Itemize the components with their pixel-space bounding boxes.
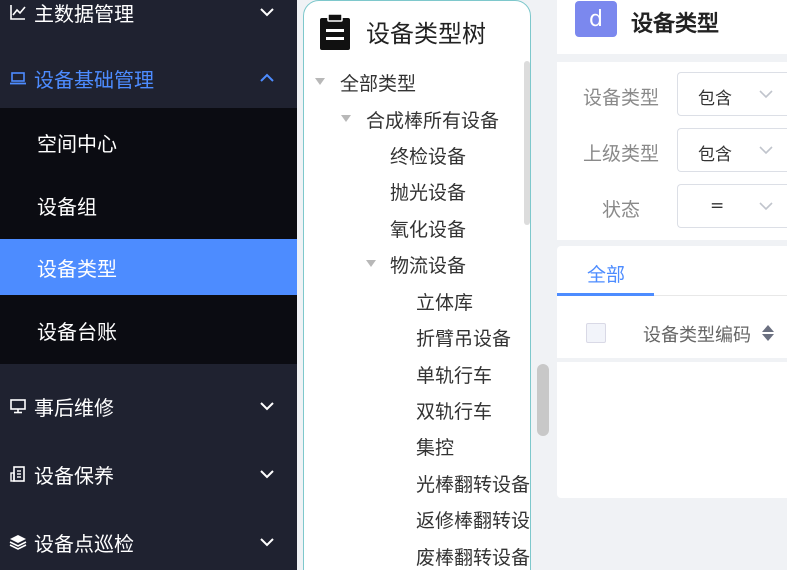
- sidebar: 主数据管理 设备基础管理 空间中心 设备组 设备类型 设备台账 事后维修 设备保…: [0, 0, 297, 570]
- menu-label: 主数据管理: [34, 1, 134, 26]
- tree-node[interactable]: 废棒翻转设备: [416, 543, 530, 570]
- tree-node[interactable]: 返修棒翻转设备: [416, 506, 530, 533]
- column-header-type-code[interactable]: 设备类型编码: [643, 321, 751, 347]
- filter-label-parent-type: 上级类型: [583, 143, 660, 165]
- layers-icon: [9, 533, 27, 551]
- submenu-item-equipment-group[interactable]: 设备组: [0, 177, 297, 233]
- menu-item-equipment-basic[interactable]: 设备基础管理: [0, 60, 297, 96]
- page-scrollbar[interactable]: [537, 364, 549, 436]
- submenu: 空间中心 设备组 设备类型 设备台账: [0, 108, 297, 364]
- building-icon: [9, 465, 27, 483]
- filter-operator-select[interactable]: =: [677, 184, 787, 228]
- select-all-checkbox[interactable]: [586, 323, 606, 343]
- submenu-item-space-center[interactable]: 空间中心: [0, 114, 297, 170]
- tree-node[interactable]: 全部类型: [340, 69, 416, 96]
- chevron-down-icon[interactable]: [258, 465, 276, 483]
- tree-scrollbar[interactable]: [524, 61, 530, 225]
- menu-item-inspection[interactable]: 设备点巡检: [0, 524, 297, 560]
- submenu-item-equipment-ledger[interactable]: 设备台账: [0, 302, 297, 358]
- tree-node[interactable]: 立体库: [416, 288, 473, 315]
- tab-active-indicator: [557, 293, 654, 296]
- menu-item-repair[interactable]: 事后维修: [0, 388, 297, 424]
- page-title: 设备类型: [631, 12, 720, 37]
- tree-node[interactable]: 集控: [416, 433, 454, 460]
- tree-node[interactable]: 终检设备: [390, 142, 466, 169]
- chevron-down-icon: [759, 202, 773, 211]
- menu-label: 设备保养: [34, 463, 114, 488]
- app-badge: d: [575, 1, 617, 37]
- laptop-icon: [9, 69, 27, 87]
- tree-node[interactable]: 抛光设备: [390, 178, 466, 205]
- filter-label-status: 状态: [602, 199, 641, 221]
- tree-node[interactable]: 氧化设备: [390, 215, 466, 242]
- clipboard-icon: [318, 13, 352, 51]
- menu-item-master-data[interactable]: 主数据管理: [0, 0, 297, 27]
- caret-down-icon[interactable]: [341, 115, 351, 122]
- tree-node[interactable]: 单轨行车: [416, 361, 492, 388]
- caret-down-icon[interactable]: [366, 260, 376, 267]
- chevron-down-icon: [759, 146, 773, 155]
- tree-panel: 设备类型树 全部类型 合成棒所有设备 终检设备 抛光设备 氧化设备 物流设备 立…: [303, 0, 531, 570]
- filter-operator-select[interactable]: 包含: [677, 128, 787, 172]
- tree-node[interactable]: 光棒翻转设备: [416, 470, 530, 497]
- chevron-up-icon[interactable]: [258, 69, 276, 87]
- sort-icon[interactable]: [761, 324, 775, 342]
- caret-down-icon[interactable]: [315, 78, 325, 85]
- menu-label: 设备点巡检: [34, 531, 134, 556]
- submenu-item-equipment-type[interactable]: 设备类型: [0, 239, 297, 295]
- tab-all[interactable]: 全部: [587, 260, 625, 287]
- menu-item-maintenance[interactable]: 设备保养: [0, 456, 297, 492]
- line-chart-icon: [9, 3, 27, 21]
- chevron-down-icon[interactable]: [258, 397, 276, 415]
- tree-node[interactable]: 合成棒所有设备: [366, 106, 499, 133]
- tree-node[interactable]: 物流设备: [390, 251, 466, 278]
- menu-label: 设备基础管理: [34, 67, 154, 92]
- menu-label: 事后维修: [34, 395, 114, 420]
- tab-divider: [654, 295, 787, 296]
- filter-label-equipment-type: 设备类型: [583, 87, 660, 109]
- desktop-icon: [9, 397, 27, 415]
- tree-node[interactable]: 折臂吊设备: [416, 324, 511, 351]
- chevron-down-icon[interactable]: [258, 3, 276, 21]
- tree-node[interactable]: 双轨行车: [416, 397, 492, 424]
- filter-operator-select[interactable]: 包含: [677, 72, 787, 116]
- chevron-down-icon[interactable]: [258, 533, 276, 551]
- tree-title: 设备类型树: [366, 20, 486, 48]
- chevron-down-icon: [759, 90, 773, 99]
